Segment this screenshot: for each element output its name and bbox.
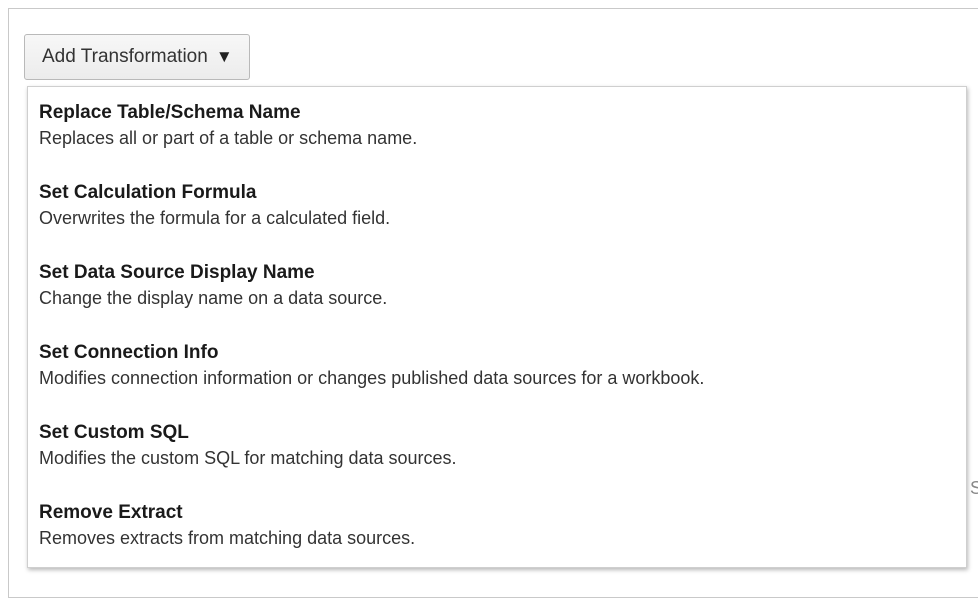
menu-item-replace-table-schema-name[interactable]: Replace Table/Schema Name Replaces all o… bbox=[28, 101, 966, 181]
menu-item-title: Set Calculation Formula bbox=[39, 182, 257, 203]
menu-item-title: Remove Extract bbox=[39, 502, 183, 523]
menu-item-set-calculation-formula[interactable]: Set Calculation Formula Overwrites the f… bbox=[28, 181, 966, 261]
menu-item-title: Set Connection Info bbox=[39, 342, 219, 363]
caret-down-icon: ▼ bbox=[215, 46, 233, 66]
menu-item-description: Removes extracts from matching data sour… bbox=[39, 528, 416, 548]
menu-item-title: Replace Table/Schema Name bbox=[39, 102, 301, 123]
add-transformation-button[interactable]: Add Transformation ▼ bbox=[24, 34, 250, 80]
menu-item-set-custom-sql[interactable]: Set Custom SQL Modifies the custom SQL f… bbox=[28, 421, 966, 501]
menu-item-title: Set Custom SQL bbox=[39, 422, 189, 443]
menu-item-set-data-source-display-name[interactable]: Set Data Source Display Name Change the … bbox=[28, 261, 966, 341]
menu-item-description: Change the display name on a data source… bbox=[39, 288, 388, 308]
menu-item-title: Set Data Source Display Name bbox=[39, 262, 315, 283]
menu-item-description: Overwrites the formula for a calculated … bbox=[39, 208, 391, 228]
menu-item-description: Replaces all or part of a table or schem… bbox=[39, 128, 418, 148]
menu-item-description: Modifies connection information or chang… bbox=[39, 368, 705, 388]
transformation-dropdown-menu: Replace Table/Schema Name Replaces all o… bbox=[27, 86, 967, 568]
add-transformation-label: Add Transformation bbox=[42, 46, 208, 67]
menu-item-remove-extract[interactable]: Remove Extract Removes extracts from mat… bbox=[28, 501, 966, 581]
menu-item-description: Modifies the custom SQL for matching dat… bbox=[39, 448, 457, 468]
menu-item-set-connection-info[interactable]: Set Connection Info Modifies connection … bbox=[28, 341, 966, 421]
background-partial-text: S bbox=[970, 478, 978, 498]
